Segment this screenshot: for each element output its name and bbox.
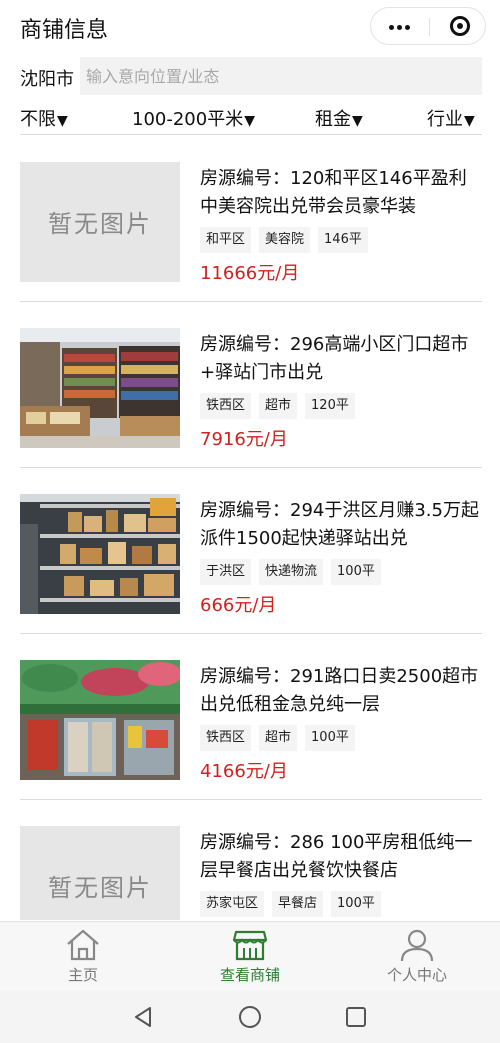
filter-label: 100-200平米 — [132, 109, 244, 130]
filter-label: 租金 — [315, 109, 351, 130]
person-icon — [400, 929, 434, 962]
listing-thumbnail-placeholder: 暂无图片 — [20, 826, 180, 920]
tag-area: 100平 — [331, 559, 381, 585]
tag-area: 100平 — [305, 725, 355, 751]
tab-home[interactable]: 主页 — [18, 922, 148, 992]
filter-label: 行业 — [427, 109, 463, 130]
listing-item[interactable]: 房源编号：296高端小区门口超市+驿站门市出兑 铁西区 超市 120平 7916元/… — [20, 301, 482, 468]
header-bar: 商铺信息 — [0, 0, 500, 52]
listing-price: 7916元/月 — [200, 429, 288, 450]
listing-title: 房源编号：294于洪区月赚3.5万起派件1500起快递驿站出兑 — [200, 500, 479, 549]
filter-bar: 不限▼ 100-200平米▼ 租金▼ 行业▼ — [20, 100, 482, 135]
tag-district: 苏家屯区 — [200, 891, 265, 917]
tag-district: 铁西区 — [200, 393, 252, 419]
tab-label: 个人中心 — [386, 966, 447, 984]
listing-thumbnail-placeholder: 暂无图片 — [20, 162, 180, 282]
filter-size[interactable]: 100-200平米▼ — [132, 105, 255, 131]
tag-district: 铁西区 — [200, 725, 252, 751]
listing-title: 房源编号：120和平区146平盈利中美容院出兑带会员豪华装 — [200, 168, 467, 217]
listing-thumbnail-parcel-shelves — [20, 494, 180, 614]
listing-tags: 铁西区 超市 100平 — [200, 725, 363, 753]
filter-label: 不限 — [20, 109, 56, 130]
no-image-text: 暂无图片 — [48, 210, 152, 238]
home-circle-icon[interactable] — [238, 1005, 262, 1029]
store-icon — [232, 930, 268, 961]
tag-area: 100平 — [331, 891, 381, 917]
filter-area[interactable]: 不限▼ — [20, 105, 68, 131]
listing-tags: 和平区 美容院 146平 — [200, 227, 376, 255]
listing-tags: 于洪区 快递物流 100平 — [200, 559, 389, 587]
dropdown-arrow-icon: ▼ — [352, 113, 363, 129]
tag-industry: 美容院 — [259, 227, 311, 253]
tab-label: 主页 — [67, 966, 98, 984]
listing-title: 房源编号：291路口日卖2500超市出兑低租金急兑纯一层 — [200, 666, 479, 715]
listing-item[interactable]: 暂无图片 房源编号：286 100平房租低纯一层早餐店出兑餐饮快餐店 苏家屯区早… — [20, 799, 482, 920]
mini-program-capsule — [370, 7, 486, 45]
home-icon — [67, 929, 99, 961]
listing-tags: 铁西区 超市 120平 — [200, 393, 363, 421]
no-image-text: 暂无图片 — [48, 874, 152, 902]
listing-price: 11666元/月 — [200, 263, 300, 284]
tag-area: 120平 — [305, 393, 355, 419]
city-selector[interactable]: 沈阳市 — [20, 65, 74, 91]
bottom-tab-bar: 主页 查看商铺 个人中心 — [0, 921, 500, 992]
search-input[interactable] — [80, 57, 482, 95]
tag-industry: 超市 — [259, 393, 298, 419]
tag-industry: 早餐店 — [272, 891, 324, 917]
filter-industry[interactable]: 行业▼ — [427, 105, 475, 131]
listing-item[interactable]: 房源编号：291路口日卖2500超市出兑低租金急兑纯一层 铁西区 超市 100平 4… — [20, 633, 482, 800]
system-navigation-bar — [0, 991, 500, 1043]
listing-tags: 苏家屯区 早餐店 100平 — [200, 891, 389, 919]
listing-price: 4166元/月 — [200, 761, 288, 782]
listing-title: 房源编号：286 100平房租低纯一层早餐店出兑餐饮快餐店 — [200, 832, 473, 881]
tag-industry: 快递物流 — [259, 559, 324, 585]
tag-industry: 超市 — [259, 725, 298, 751]
tab-label: 查看商铺 — [219, 966, 280, 984]
tab-profile[interactable]: 个人中心 — [352, 922, 482, 992]
listing-item[interactable]: 暂无图片 房源编号：120和平区146平盈利中美容院出兑带会员豪华装 和平区 美容… — [20, 135, 482, 302]
tag-district: 和平区 — [200, 227, 252, 253]
listing-list: 暂无图片 房源编号：120和平区146平盈利中美容院出兑带会员豪华装 和平区 美容… — [20, 135, 482, 920]
capsule-divider — [429, 18, 430, 36]
listing-thumbnail-supermarket — [20, 328, 180, 448]
listing-title: 房源编号：296高端小区门口超市+驿站门市出兑 — [200, 334, 469, 383]
listing-price: 666元/月 — [200, 595, 277, 616]
tag-area: 146平 — [318, 227, 368, 253]
listing-thumbnail-storefront — [20, 660, 180, 780]
dropdown-arrow-icon: ▼ — [464, 113, 475, 129]
page-title: 商铺信息 — [20, 18, 109, 43]
listing-item[interactable]: 房源编号：294于洪区月赚3.5万起派件1500起快递驿站出兑 于洪区 快递物流 1… — [20, 467, 482, 634]
more-dots-icon[interactable] — [389, 25, 411, 30]
target-icon[interactable] — [450, 16, 470, 36]
filter-rent[interactable]: 租金▼ — [315, 105, 363, 131]
search-row: 沈阳市 — [20, 57, 482, 95]
tag-district: 于洪区 — [200, 559, 252, 585]
tab-stores[interactable]: 查看商铺 — [185, 922, 315, 992]
dropdown-arrow-icon: ▼ — [244, 113, 255, 129]
recents-square-icon[interactable] — [344, 1005, 368, 1029]
dropdown-arrow-icon: ▼ — [57, 113, 68, 129]
back-triangle-icon[interactable] — [131, 1005, 155, 1029]
